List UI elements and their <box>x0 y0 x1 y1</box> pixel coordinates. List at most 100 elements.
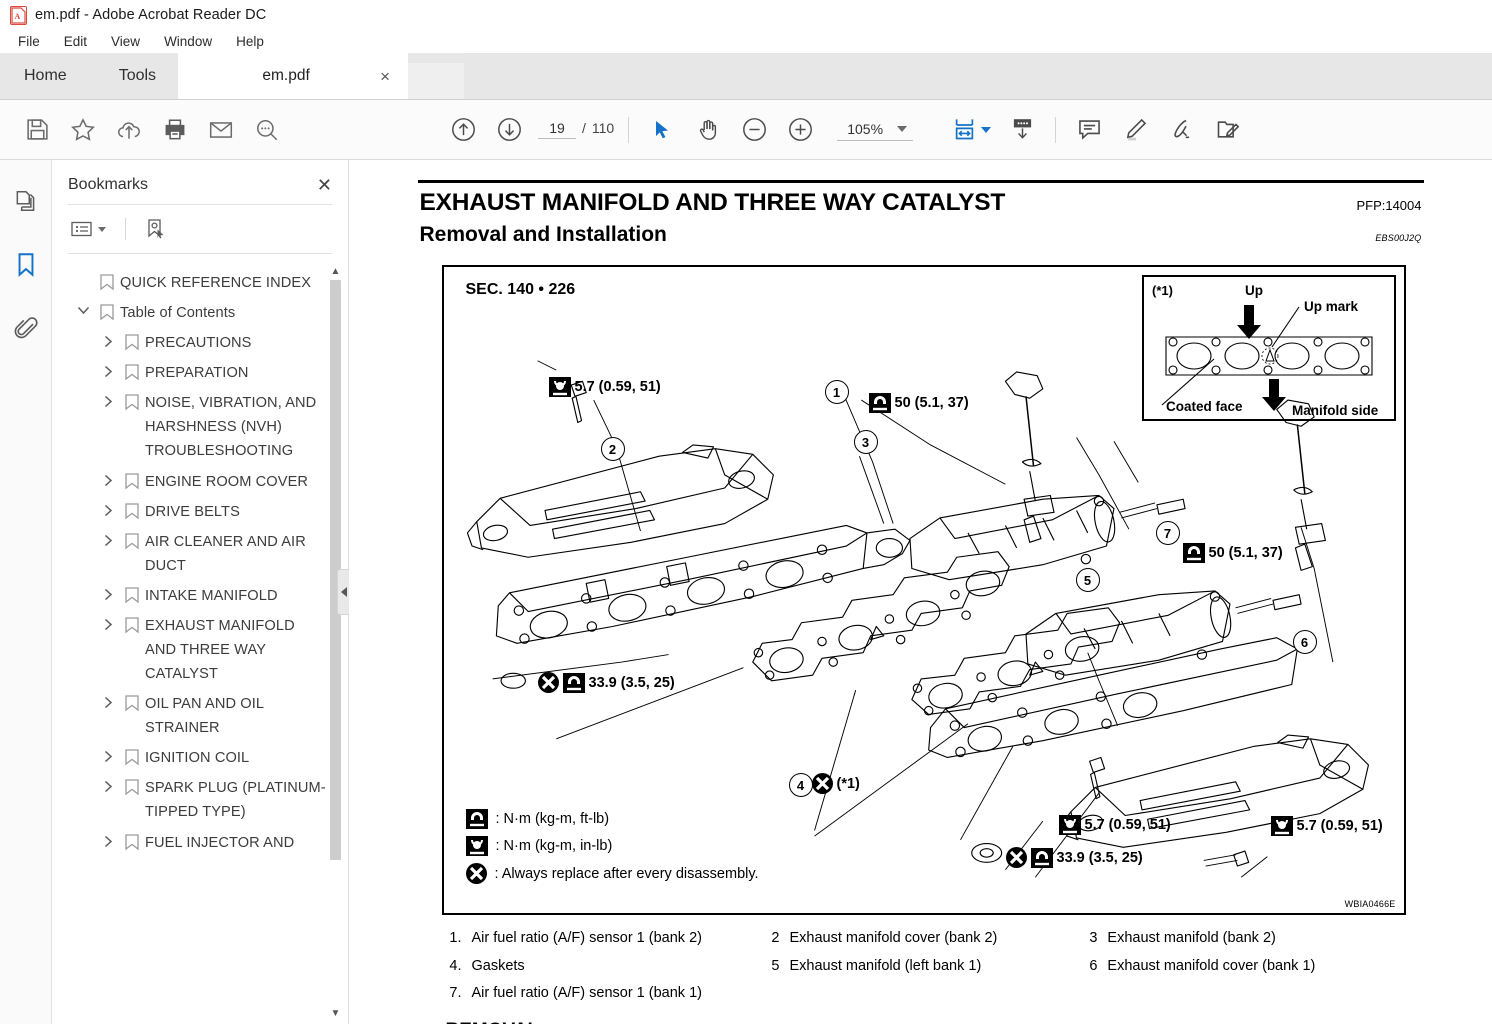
fit-width-chevron-icon[interactable] <box>981 126 992 133</box>
parts-column-3: 3 Exhaust manifold (bank 2) 6 Exhaust ma… <box>1081 925 1399 1008</box>
chevron-right-icon[interactable] <box>97 500 119 517</box>
menu-help[interactable]: Help <box>224 32 276 51</box>
bookmark-item[interactable]: ENGINE ROOM COVER <box>52 467 348 497</box>
part-number: 6 <box>1089 957 1098 974</box>
bookmark-icon <box>94 301 120 321</box>
attachments-icon[interactable] <box>9 312 43 346</box>
menu-edit[interactable]: Edit <box>52 32 99 51</box>
highlight-pen-icon[interactable] <box>1112 108 1158 152</box>
new-bookmark-icon[interactable] <box>142 215 170 243</box>
menu-file[interactable]: File <box>6 32 52 51</box>
bookmark-label: SPARK PLUG (PLATINUM-TIPPED TYPE) <box>145 780 326 821</box>
tab-tools[interactable]: Tools <box>97 53 178 99</box>
tab-document-label: em.pdf <box>262 67 310 84</box>
bookmark-item[interactable]: PRECAUTIONS <box>52 328 348 358</box>
bookmarks-panel-header: Bookmarks ✕ <box>52 160 348 204</box>
close-panel-icon[interactable]: ✕ <box>317 176 332 194</box>
chevron-right-icon[interactable] <box>97 391 119 408</box>
bookmarks-panel: Bookmarks ✕ QUICK REFERENCE INDEX Table o… <box>52 160 349 1024</box>
page-thumbnails-icon[interactable] <box>9 184 43 218</box>
chevron-right-icon[interactable] <box>97 776 119 793</box>
callout-5: 5 <box>1075 568 1100 592</box>
zoom-out-icon[interactable] <box>731 108 777 152</box>
torque-value-8: (*1) <box>836 775 860 792</box>
close-tab-icon[interactable]: × <box>376 68 394 85</box>
chevron-right-icon[interactable] <box>97 470 119 487</box>
hand-icon[interactable] <box>685 108 731 152</box>
section-subtitle: Removal and Installation <box>419 223 667 246</box>
page-scroll-icon[interactable] <box>999 108 1045 152</box>
navigation-group: / 110 <box>440 108 618 152</box>
torque-value-4: 33.9 (3.5, 25) <box>588 674 675 691</box>
chevron-right-icon[interactable] <box>97 692 119 709</box>
chevron-right-icon[interactable] <box>97 746 119 763</box>
bookmarks-list[interactable]: QUICK REFERENCE INDEX Table of Contents PR… <box>52 254 348 1024</box>
part-label: Exhaust manifold (bank 2) <box>1107 930 1276 946</box>
bookmark-label: OIL PAN AND OIL STRAINER <box>145 696 264 737</box>
bookmark-item[interactable]: PREPARATION <box>52 358 348 388</box>
part-number: 7. <box>449 985 462 1002</box>
chevron-right-icon[interactable] <box>97 614 119 631</box>
bookmark-icon <box>119 746 145 766</box>
select-cursor-icon[interactable] <box>639 108 685 152</box>
zoom-in-icon[interactable] <box>777 108 823 152</box>
save-icon[interactable] <box>14 108 60 152</box>
torque-value-3: 50 (5.1, 37) <box>1208 545 1283 561</box>
bookmark-item[interactable]: FUEL INJECTOR AND <box>52 828 348 858</box>
fill-and-sign-icon[interactable] <box>1204 108 1250 152</box>
bookmark-item[interactable]: INTAKE MANIFOLD <box>52 581 348 611</box>
email-icon[interactable] <box>198 108 244 152</box>
prev-page-icon[interactable] <box>440 108 486 152</box>
bookmark-label: FUEL INJECTOR AND <box>145 834 295 851</box>
bookmark-item[interactable]: DRIVE BELTS <box>52 497 348 527</box>
search-zoom-icon[interactable] <box>244 108 290 152</box>
next-page-icon[interactable] <box>486 108 532 152</box>
torque-callout-7: 33.9 (3.5, 25) <box>1005 847 1143 868</box>
pfp-code: PFP:14004 <box>1356 198 1422 213</box>
print-icon[interactable] <box>152 108 198 152</box>
signature-icon[interactable] <box>1158 108 1204 152</box>
callout-6: 6 <box>1292 630 1317 654</box>
list-options-icon[interactable] <box>68 217 109 241</box>
bookmark-item[interactable]: OIL PAN AND OIL STRAINER <box>52 689 348 743</box>
part-item: 3 Exhaust manifold (bank 2) <box>1081 925 1399 953</box>
part-number: 2 <box>771 930 780 946</box>
page-number-input[interactable] <box>538 120 576 139</box>
cloud-upload-icon[interactable] <box>106 108 152 152</box>
chevron-down-icon[interactable] <box>72 301 94 316</box>
menu-window[interactable]: Window <box>152 32 224 51</box>
chevron-right-icon[interactable] <box>97 530 119 547</box>
chevron-right-icon[interactable] <box>97 584 119 601</box>
menu-bar: File Edit View Window Help <box>0 30 1492 54</box>
list-options-chevron-icon[interactable] <box>98 226 106 232</box>
bookmark-item[interactable]: EXHAUST MANIFOLD AND THREE WAY CATALYST <box>52 611 348 689</box>
legend-row-replace: : Always replace after every disassembly… <box>465 863 759 884</box>
bookmark-item[interactable]: NOISE, VIBRATION, AND HARSHNESS (NVH) TR… <box>52 388 348 466</box>
collapse-panel-handle[interactable] <box>337 569 349 615</box>
bookmark-item[interactable]: QUICK REFERENCE INDEX <box>52 268 348 298</box>
chevron-right-icon[interactable] <box>97 831 119 848</box>
scroll-up-icon[interactable]: ▲ <box>329 264 342 278</box>
bookmarks-icon[interactable] <box>9 248 43 282</box>
zoom-level-box[interactable]: 105% <box>837 118 914 141</box>
tab-home[interactable]: Home <box>0 53 97 99</box>
chevron-down-icon[interactable] <box>897 126 908 132</box>
bookmark-icon <box>119 470 145 490</box>
bookmark-label: PRECAUTIONS <box>145 335 252 352</box>
bookmark-item[interactable]: AIR CLEANER AND AIR DUCT <box>52 527 348 581</box>
chevron-right-icon[interactable] <box>97 331 119 348</box>
tab-document[interactable]: em.pdf × <box>178 53 409 99</box>
document-viewport[interactable]: EXHAUST MANIFOLD AND THREE WAY CATALYST … <box>349 160 1492 1024</box>
scroll-down-icon[interactable]: ▼ <box>329 1006 342 1020</box>
document-heading-row: EXHAUST MANIFOLD AND THREE WAY CATALYST … <box>406 183 1436 217</box>
star-icon[interactable] <box>60 108 106 152</box>
bookmark-item[interactable]: SPARK PLUG (PLATINUM-TIPPED TYPE) <box>52 773 348 827</box>
bookmarks-scrollbar[interactable]: ▲ ▼ <box>329 264 342 1020</box>
menu-view[interactable]: View <box>99 32 152 51</box>
replace-part-icon <box>811 773 833 794</box>
chevron-right-icon[interactable] <box>97 361 119 378</box>
bookmark-item[interactable]: Table of Contents <box>52 298 348 328</box>
legend-text-ftlb: : N·m (kg-m, ft-lb) <box>495 811 610 827</box>
comment-icon[interactable] <box>1066 108 1112 152</box>
bookmark-item[interactable]: IGNITION COIL <box>52 743 348 773</box>
